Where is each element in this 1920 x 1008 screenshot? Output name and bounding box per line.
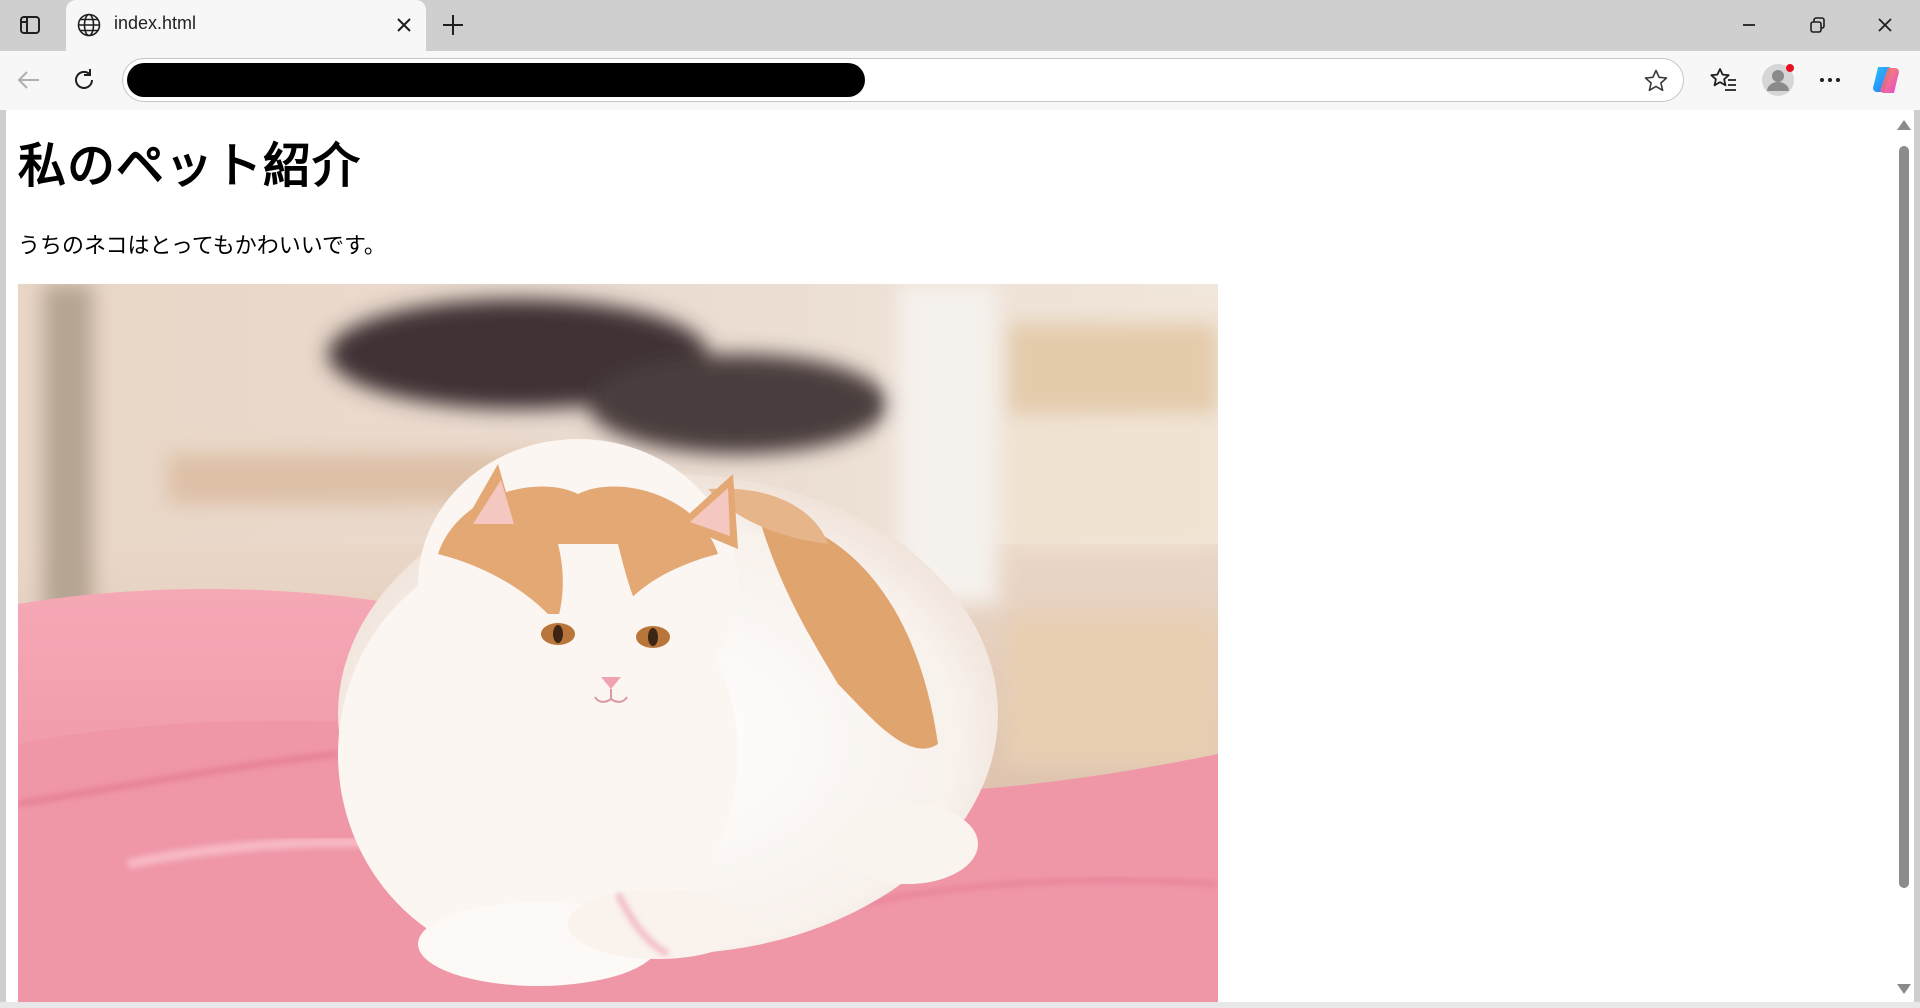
- favorites-icon[interactable]: [1708, 64, 1740, 96]
- browser-toolbar: [0, 51, 1920, 110]
- scroll-thumb[interactable]: [1899, 146, 1909, 888]
- restore-icon[interactable]: [1802, 10, 1832, 40]
- more-icon[interactable]: [1814, 64, 1846, 96]
- cat-photo: [17, 284, 1219, 1002]
- url-input[interactable]: [127, 63, 865, 97]
- page-viewport: 私のペット紹介 うちのネコはとってもかわいいです。: [6, 110, 1914, 1002]
- reload-icon[interactable]: [68, 64, 100, 96]
- profile-icon[interactable]: [1760, 62, 1796, 98]
- new-tab-plus-icon[interactable]: [438, 10, 468, 40]
- page-heading: 私のペット紹介: [18, 138, 362, 194]
- back-arrow-icon[interactable]: [13, 64, 45, 96]
- copilot-icon[interactable]: [1868, 62, 1904, 98]
- active-tab[interactable]: index.html: [66, 0, 426, 51]
- close-tab-icon[interactable]: [392, 13, 416, 37]
- globe-icon: [76, 12, 102, 38]
- close-window-icon[interactable]: [1870, 10, 1900, 40]
- scroll-down-arrow-icon[interactable]: [1897, 984, 1911, 994]
- minimize-icon[interactable]: [1734, 10, 1764, 40]
- address-bar[interactable]: [122, 58, 1684, 102]
- title-bar: index.html: [0, 0, 1920, 51]
- star-icon[interactable]: [1643, 68, 1669, 94]
- page-content: 私のペット紹介 うちのネコはとってもかわいいです。: [6, 110, 1886, 1002]
- scroll-up-arrow-icon[interactable]: [1897, 120, 1911, 130]
- window-bottom-edge: [0, 1002, 1920, 1008]
- tab-title: index.html: [114, 13, 197, 33]
- vertical-scrollbar[interactable]: [1892, 110, 1914, 1002]
- page-paragraph: うちのネコはとってもかわいいです。: [18, 234, 386, 259]
- tab-actions-icon[interactable]: [12, 9, 48, 41]
